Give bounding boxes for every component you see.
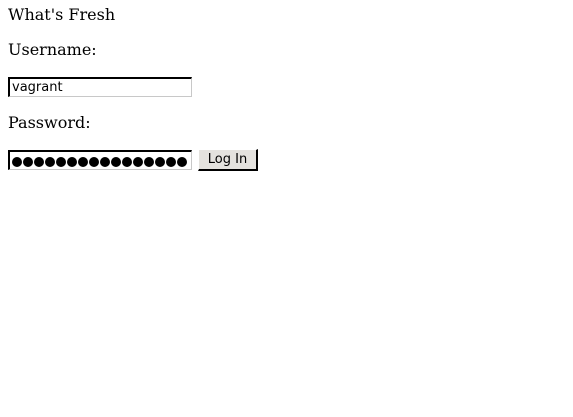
password-dot — [100, 157, 110, 167]
password-dot — [177, 157, 187, 167]
password-dot — [122, 157, 132, 167]
password-input[interactable] — [8, 150, 192, 170]
username-input[interactable]: vagrant — [8, 77, 192, 97]
password-dot — [23, 157, 33, 167]
password-dot — [111, 157, 121, 167]
password-dot — [144, 157, 154, 167]
password-dot — [78, 157, 88, 167]
password-dot — [133, 157, 143, 167]
password-dot — [34, 157, 44, 167]
username-value: vagrant — [12, 80, 63, 95]
password-dot — [166, 157, 176, 167]
password-dot — [12, 157, 22, 167]
password-dot — [89, 157, 99, 167]
password-dot — [45, 157, 55, 167]
password-dot — [56, 157, 66, 167]
page-title: What's Fresh — [8, 5, 116, 24]
username-label: Username: — [8, 40, 97, 59]
password-mask — [12, 155, 187, 169]
password-dot — [67, 157, 77, 167]
password-label: Password: — [8, 113, 91, 132]
password-dot — [155, 157, 165, 167]
log-in-button[interactable]: Log In — [198, 149, 258, 171]
